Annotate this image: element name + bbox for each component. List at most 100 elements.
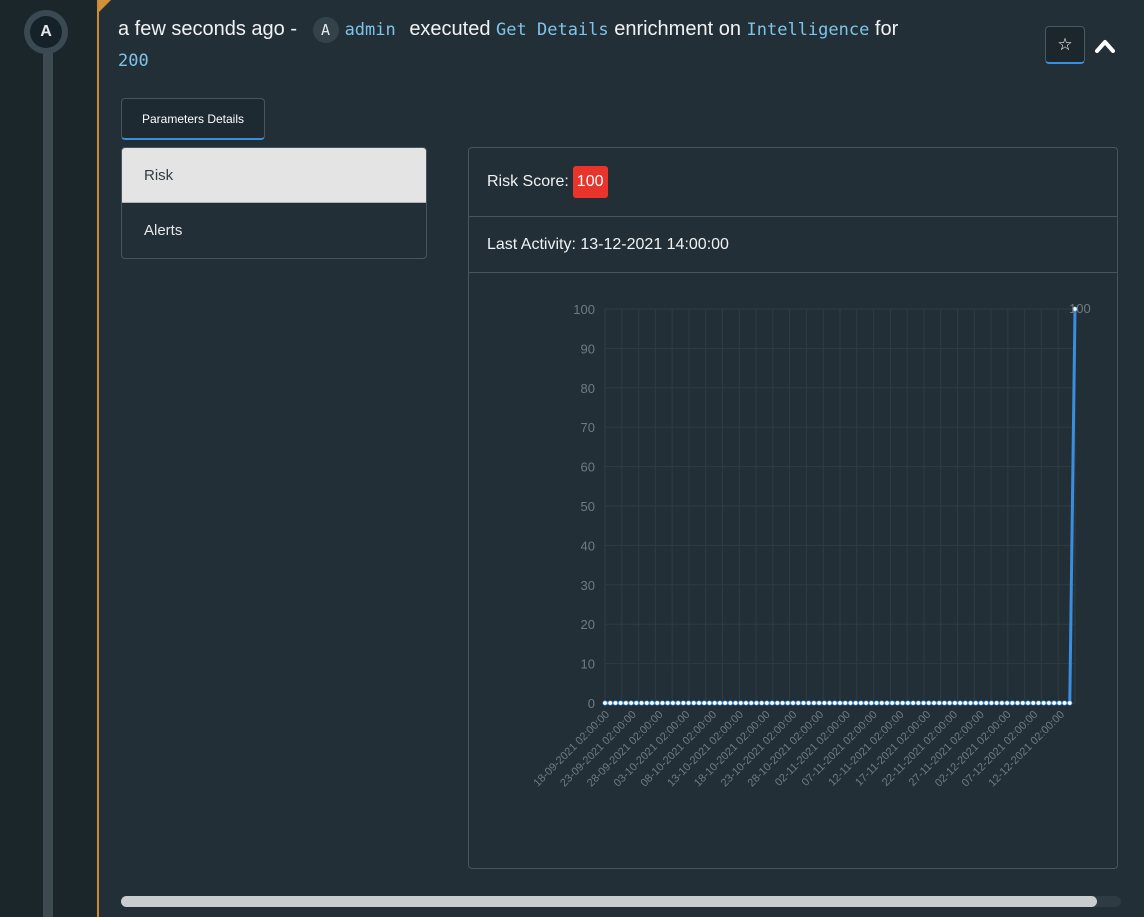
sidebar-item-risk[interactable]: Risk (122, 148, 426, 203)
data-point (780, 700, 786, 706)
data-point (665, 700, 671, 706)
y-tick-label: 40 (581, 538, 595, 553)
data-point (701, 700, 707, 706)
data-point (706, 700, 712, 706)
data-point (1051, 700, 1057, 706)
target-name[interactable]: Intelligence (747, 20, 870, 40)
data-point (717, 700, 723, 706)
data-point (973, 700, 979, 706)
risk-detail-panel: Risk Score: 100 Last Activity: 13-12-202… (468, 147, 1118, 869)
data-point (941, 700, 947, 706)
data-point (1020, 700, 1026, 706)
star-icon: ☆ (1057, 34, 1073, 54)
data-point (618, 700, 624, 706)
sidebar-item-alerts[interactable]: Alerts (122, 203, 426, 258)
data-point (659, 700, 665, 706)
data-point (774, 700, 780, 706)
sidebar-item-label: Alerts (144, 222, 183, 239)
data-point (962, 700, 968, 706)
preposition-text: for (874, 18, 899, 40)
data-point (842, 700, 848, 706)
data-point (952, 700, 958, 706)
actor-name[interactable]: admin (345, 20, 396, 40)
data-point (764, 700, 770, 706)
y-tick-label: 80 (581, 381, 595, 396)
data-point (743, 700, 749, 706)
y-tick-label: 100 (573, 302, 595, 317)
data-point (957, 700, 963, 706)
data-point (639, 700, 645, 706)
data-point (670, 700, 676, 706)
data-point (847, 700, 853, 706)
data-point (978, 700, 984, 706)
data-point (738, 700, 744, 706)
data-point (696, 700, 702, 706)
data-point (727, 700, 733, 706)
data-point (1035, 700, 1041, 706)
y-tick-label: 60 (581, 460, 595, 475)
data-point (712, 700, 718, 706)
data-point (759, 700, 765, 706)
time-ago: a few seconds ago - (118, 18, 297, 40)
action-name[interactable]: Get Details (496, 20, 609, 40)
data-point (675, 700, 681, 706)
data-point (1025, 700, 1031, 706)
y-tick-label: 10 (581, 657, 595, 672)
data-point (988, 700, 994, 706)
horizontal-scrollbar[interactable] (121, 896, 1121, 907)
scrollbar-thumb[interactable] (121, 896, 1097, 907)
data-point (753, 700, 759, 706)
data-point (816, 700, 822, 706)
data-point (1004, 700, 1010, 706)
data-point (654, 700, 660, 706)
risk-score-row: Risk Score: 100 (469, 148, 1117, 217)
risk-score-label: Risk Score: (487, 173, 569, 190)
collapse-button[interactable] (1093, 34, 1117, 58)
data-point (879, 700, 885, 706)
data-point (795, 700, 801, 706)
tab-parameters-details[interactable]: Parameters Details (121, 98, 265, 140)
data-point (999, 700, 1005, 706)
data-point (769, 700, 775, 706)
data-point (900, 700, 906, 706)
data-point (863, 700, 869, 706)
data-point (994, 700, 1000, 706)
verb-text: executed (409, 18, 491, 40)
data-point (806, 700, 812, 706)
timeline-entry: a few seconds ago - Aadmin executed Get … (97, 0, 1144, 917)
data-point (612, 700, 618, 706)
risk-chart-svg: 010203040506070809010018-09-2021 02:00:0… (531, 301, 1090, 789)
target-value[interactable]: 200 (118, 51, 149, 71)
favorite-button[interactable]: ☆ (1045, 26, 1085, 64)
data-point (936, 700, 942, 706)
data-point (733, 700, 739, 706)
sidebar-item-label: Risk (144, 166, 174, 184)
data-point (910, 700, 916, 706)
y-tick-label: 20 (581, 617, 595, 632)
actor-avatar: A (312, 16, 339, 43)
entry-corner-marker (99, 0, 111, 12)
data-point (1015, 700, 1021, 706)
data-point (821, 700, 827, 706)
data-point (827, 700, 833, 706)
data-point (1009, 700, 1015, 706)
data-point (800, 700, 806, 706)
data-point (884, 700, 890, 706)
data-point (926, 700, 932, 706)
data-point (785, 700, 791, 706)
data-point (858, 700, 864, 706)
data-point (602, 700, 608, 706)
data-point (915, 700, 921, 706)
last-activity-row: Last Activity: 13-12-2021 14:00:00 (469, 217, 1117, 273)
data-point (905, 700, 911, 706)
data-point (623, 700, 629, 706)
data-point (1067, 700, 1073, 706)
chevron-up-icon (1095, 40, 1115, 53)
data-point (748, 700, 754, 706)
data-point (1046, 700, 1052, 706)
avatar-letter: A (30, 16, 62, 48)
data-point (853, 700, 859, 706)
data-point (649, 700, 655, 706)
data-point (628, 700, 634, 706)
middle-text: enrichment on (614, 18, 741, 40)
